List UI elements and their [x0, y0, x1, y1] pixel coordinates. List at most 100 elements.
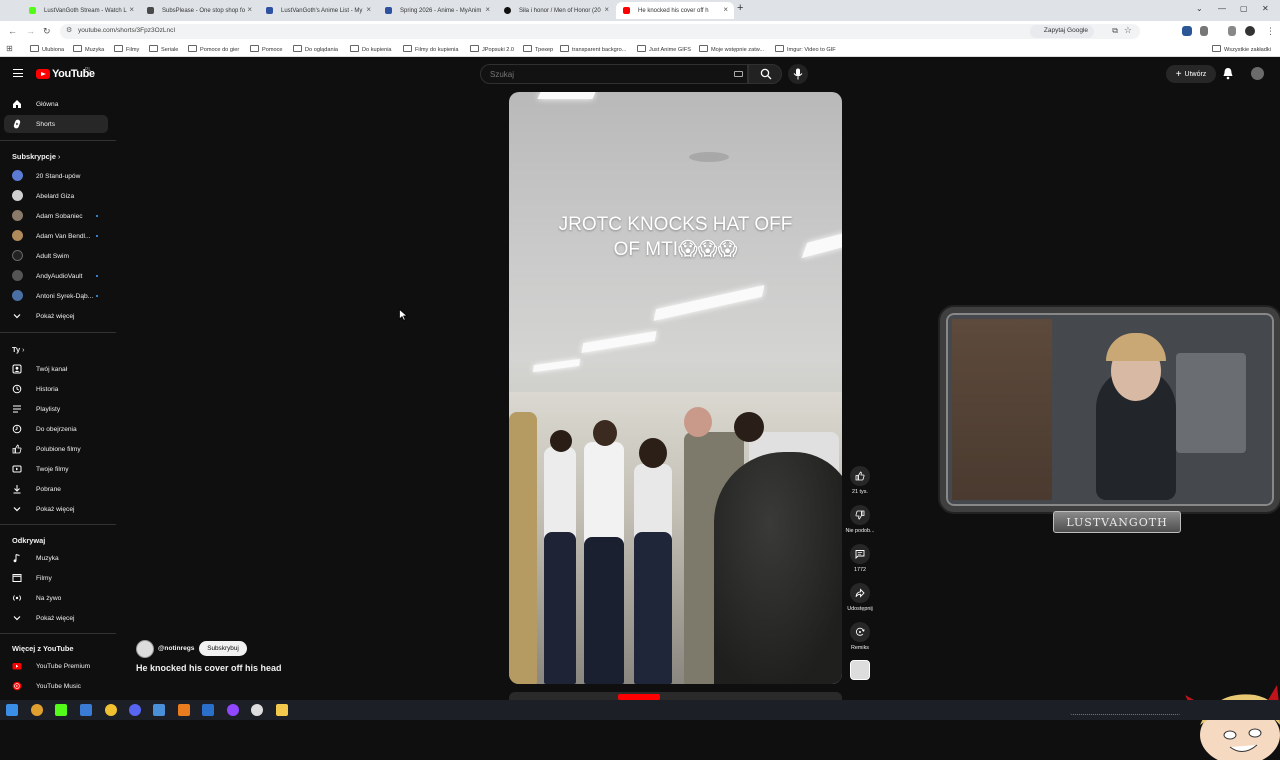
- search-input[interactable]: [480, 64, 748, 84]
- clock-area[interactable]: [1186, 705, 1256, 715]
- steam-app-icon[interactable]: [202, 704, 214, 716]
- bookmark-item[interactable]: JPopsuki 2.0: [470, 45, 514, 53]
- browser-tab-active[interactable]: He knocked his cover off h ×: [616, 2, 734, 19]
- bookmark-item[interactable]: Pomoce: [250, 45, 283, 53]
- app-icon[interactable]: [153, 704, 165, 716]
- voice-search-button[interactable]: [788, 64, 808, 84]
- bookmark-item[interactable]: Seriale: [149, 45, 178, 53]
- bookmark-item[interactable]: Just Anime GIFS: [637, 45, 691, 53]
- bookmark-item[interactable]: Filmy: [114, 45, 139, 53]
- close-tab-icon[interactable]: ×: [723, 5, 728, 14]
- youtube-logo-icon[interactable]: [36, 69, 50, 79]
- sidebar-item-your-channel[interactable]: Twój kanał: [4, 360, 108, 378]
- back-icon[interactable]: ←: [8, 26, 17, 36]
- apps-grid-icon[interactable]: ⊞: [6, 44, 13, 53]
- browser-tab[interactable]: SubsPlease - One stop shop fo ×: [140, 2, 258, 19]
- subscription-item[interactable]: Abelard Giza: [4, 187, 108, 205]
- browser-menu-icon[interactable]: ⋮: [1266, 26, 1275, 37]
- tab-search-icon[interactable]: ⌄: [1196, 4, 1203, 13]
- maximize-button[interactable]: ▢: [1240, 4, 1248, 13]
- all-bookmarks-folder[interactable]: Wszystkie zakładki: [1212, 45, 1271, 53]
- sidebar-item-history[interactable]: Historia: [4, 380, 108, 398]
- ask-google-button[interactable]: Zapytaj Google: [1029, 25, 1094, 38]
- close-tab-icon[interactable]: ×: [247, 5, 252, 14]
- browser-tab[interactable]: LustVanGoth's Anime List - My ×: [259, 2, 377, 19]
- new-tab-button[interactable]: +: [737, 2, 743, 14]
- sidebar-item-films[interactable]: Filmy: [4, 569, 108, 587]
- app-icon[interactable]: [105, 704, 117, 716]
- channel-name[interactable]: @notinregs: [158, 645, 194, 652]
- extension-icon[interactable]: [1182, 26, 1192, 36]
- subscription-item[interactable]: Adam Sobaniec: [4, 207, 108, 225]
- sidebar-item-home[interactable]: Główna: [4, 95, 108, 113]
- close-tab-icon[interactable]: ×: [604, 5, 609, 14]
- forward-icon[interactable]: →: [26, 26, 35, 36]
- next-short-preview[interactable]: [509, 692, 842, 700]
- keyboard-icon[interactable]: [734, 71, 743, 77]
- extensions-puzzle-icon[interactable]: [1200, 26, 1208, 36]
- address-bar[interactable]: ⚙ youtube.com/shorts/3Fpz3OzLncI Zapytaj…: [60, 24, 1140, 39]
- app-icon[interactable]: [227, 704, 239, 716]
- show-more-subscriptions[interactable]: Pokaż więcej: [4, 307, 108, 325]
- channel-avatar[interactable]: [136, 640, 154, 658]
- comments-button[interactable]: [850, 544, 870, 564]
- subscription-item[interactable]: Antoni Syrek-Dąb...: [4, 287, 108, 305]
- bookmark-item[interactable]: Ulubiona: [30, 45, 64, 53]
- bookmark-item[interactable]: Do oglądania: [293, 45, 338, 53]
- bookmark-item[interactable]: Filmy do kupienia: [403, 45, 459, 53]
- bookmark-item[interactable]: Pomoce do gier: [188, 45, 239, 53]
- chrome-app-icon[interactable]: [31, 704, 43, 716]
- sidebar-item-downloads[interactable]: Pobrane: [4, 480, 108, 498]
- sidebar-item-music[interactable]: Muzyka: [4, 549, 108, 567]
- sidebar-item-your-videos[interactable]: Twoje filmy: [4, 460, 108, 478]
- bookmark-item[interactable]: Imgur: Video to GIF: [775, 45, 836, 53]
- subscription-item[interactable]: AndyAudioVault: [4, 267, 108, 285]
- bookmark-item[interactable]: Трекер: [523, 45, 553, 53]
- install-app-icon[interactable]: ⧉: [1112, 26, 1118, 36]
- subscription-item[interactable]: Adult Swim: [4, 247, 108, 265]
- show-more-you[interactable]: Pokaż więcej: [4, 500, 108, 518]
- minimize-button[interactable]: —: [1218, 4, 1226, 13]
- subscription-item[interactable]: Adam Van Bendl...: [4, 227, 108, 245]
- system-tray[interactable]: [1070, 705, 1180, 715]
- site-info-icon[interactable]: ⚙: [66, 26, 72, 34]
- create-button[interactable]: + Utwórz: [1166, 65, 1216, 83]
- url-text[interactable]: youtube.com/shorts/3Fpz3OzLncI: [78, 27, 175, 34]
- short-title[interactable]: He knocked his cover off his head: [136, 663, 282, 673]
- share-button[interactable]: [850, 583, 870, 603]
- bookmark-item[interactable]: Moje wstępnie zatw...: [699, 45, 764, 53]
- subscriptions-header[interactable]: Subskrypcje ›: [12, 152, 60, 161]
- subscribe-button[interactable]: Subskrybuj: [199, 641, 247, 656]
- account-avatar[interactable]: [1251, 67, 1264, 80]
- bookmark-item[interactable]: Do kupienia: [350, 45, 392, 53]
- app-icon[interactable]: [55, 704, 67, 716]
- app-icon[interactable]: [251, 704, 263, 716]
- short-video-player[interactable]: JROTC KNOCKS HAT OFF OF MTI😱😱😱: [509, 92, 842, 684]
- downloads-icon[interactable]: [1228, 26, 1236, 36]
- browser-tab[interactable]: Siła i honor / Men of Honor (20 ×: [497, 2, 615, 19]
- subscription-item[interactable]: 20 Stand-upów: [4, 167, 108, 185]
- close-tab-icon[interactable]: ×: [366, 5, 371, 14]
- search-button[interactable]: [748, 64, 782, 84]
- sidebar-item-youtube-music[interactable]: YouTube Music: [4, 677, 108, 695]
- app-icon[interactable]: [80, 704, 92, 716]
- sidebar-item-watch-later[interactable]: Do obejrzenia: [4, 420, 108, 438]
- bookmark-item[interactable]: transparent backgro...: [560, 45, 626, 53]
- dislike-button[interactable]: [850, 505, 870, 525]
- sidebar-item-youtube-premium[interactable]: YouTube Premium: [4, 657, 108, 675]
- remix-button[interactable]: [850, 622, 870, 642]
- vlc-app-icon[interactable]: [178, 704, 190, 716]
- sidebar-item-liked[interactable]: Polubione filmy: [4, 440, 108, 458]
- sidebar-item-playlists[interactable]: Playlisty: [4, 400, 108, 418]
- close-tab-icon[interactable]: ×: [485, 5, 490, 14]
- browser-tab[interactable]: Spring 2026 - Anime - MyAnim ×: [378, 2, 496, 19]
- bookmark-star-icon[interactable]: ☆: [1124, 25, 1132, 36]
- discord-app-icon[interactable]: [129, 704, 141, 716]
- menu-icon[interactable]: [13, 69, 23, 77]
- sound-thumbnail[interactable]: [850, 660, 870, 680]
- you-header[interactable]: Ty ›: [12, 345, 24, 354]
- sidebar-item-live[interactable]: Na żywo: [4, 589, 108, 607]
- bookmark-item[interactable]: Muzyka: [73, 45, 104, 53]
- show-more-explore[interactable]: Pokaż więcej: [4, 609, 108, 627]
- profile-avatar-icon[interactable]: [1245, 26, 1255, 36]
